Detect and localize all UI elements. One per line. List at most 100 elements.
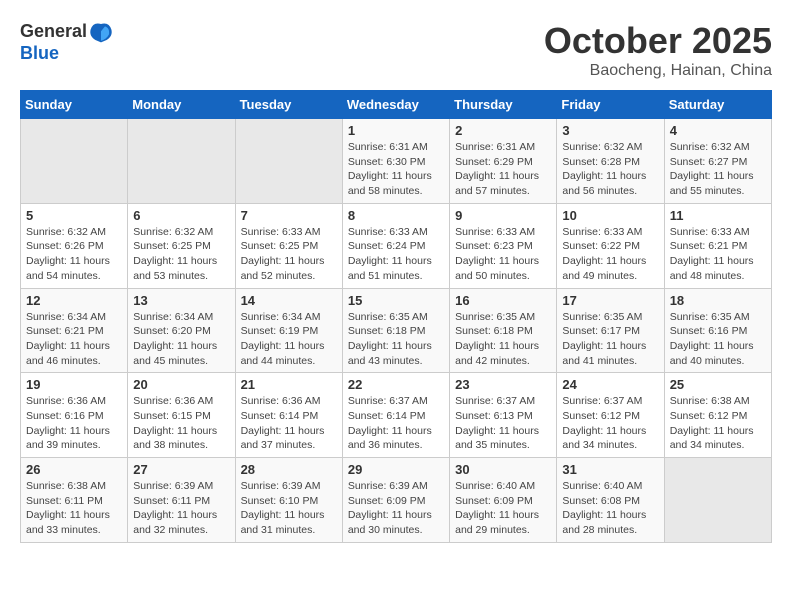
calendar-cell: 26Sunrise: 6:38 AMSunset: 6:11 PMDayligh… [21, 458, 128, 543]
day-number: 8 [348, 208, 444, 223]
day-number: 26 [26, 462, 122, 477]
day-info: Sunrise: 6:32 AMSunset: 6:27 PMDaylight:… [670, 140, 766, 199]
calendar-cell: 17 Sunrise: 6:35 AMSunset: 6:17 PMDayligh… [557, 288, 664, 373]
day-info: Sunrise: 6:33 AMSunset: 6:22 PMDaylight:… [562, 225, 658, 284]
calendar-cell: 5 Sunrise: 6:32 AMSunset: 6:26 PMDaylight… [21, 203, 128, 288]
calendar-table: SundayMondayTuesdayWednesdayThursdayFrid… [20, 90, 772, 543]
calendar-cell: 12 Sunrise: 6:34 AMSunset: 6:21 PMDayligh… [21, 288, 128, 373]
calendar-week-row: 19 Sunrise: 6:36 AMSunset: 6:16 PMDayligh… [21, 373, 772, 458]
day-number: 12 [26, 293, 122, 308]
day-info: Sunrise: 6:40 AMSunset: 6:08 PMDaylight:… [562, 479, 658, 538]
day-info: Sunrise: 6:40 AMSunset: 6:09 PMDaylight:… [455, 479, 551, 538]
logo: General Blue [20, 20, 113, 64]
calendar-cell: 13 Sunrise: 6:34 AMSunset: 6:20 PMDayligh… [128, 288, 235, 373]
day-number: 5 [26, 208, 122, 223]
day-info: Sunrise: 6:34 AMSunset: 6:20 PMDaylight:… [133, 310, 229, 369]
day-number: 20 [133, 377, 229, 392]
calendar-cell: 25Sunrise: 6:38 AMSunset: 6:12 PMDayligh… [664, 373, 771, 458]
calendar-cell: 15Sunrise: 6:35 AMSunset: 6:18 PMDayligh… [342, 288, 449, 373]
day-info: Sunrise: 6:32 AMSunset: 6:25 PMDaylight:… [133, 225, 229, 284]
day-info: Sunrise: 6:34 AMSunset: 6:21 PMDaylight:… [26, 310, 122, 369]
day-info: Sunrise: 6:35 AMSunset: 6:17 PMDaylight:… [562, 310, 658, 369]
calendar-cell: 31 Sunrise: 6:40 AMSunset: 6:08 PMDayligh… [557, 458, 664, 543]
weekday-header: Tuesday [235, 91, 342, 119]
day-number: 7 [241, 208, 337, 223]
calendar-cell: 3 Sunrise: 6:32 AMSunset: 6:28 PMDaylight… [557, 119, 664, 204]
day-info: Sunrise: 6:33 AMSunset: 6:24 PMDaylight:… [348, 225, 444, 284]
page-header: General Blue October 2025 Baocheng, Hain… [20, 20, 772, 80]
day-info: Sunrise: 6:31 AMSunset: 6:29 PMDaylight:… [455, 140, 551, 199]
day-info: Sunrise: 6:33 AMSunset: 6:23 PMDaylight:… [455, 225, 551, 284]
calendar-cell: 18 Sunrise: 6:35 AMSunset: 6:16 PMDayligh… [664, 288, 771, 373]
calendar-cell: 30 Sunrise: 6:40 AMSunset: 6:09 PMDayligh… [450, 458, 557, 543]
day-info: Sunrise: 6:37 AMSunset: 6:12 PMDaylight:… [562, 394, 658, 453]
day-info: Sunrise: 6:31 AMSunset: 6:30 PMDaylight:… [348, 140, 444, 199]
day-number: 14 [241, 293, 337, 308]
day-info: Sunrise: 6:39 AMSunset: 6:09 PMDaylight:… [348, 479, 444, 538]
day-number: 9 [455, 208, 551, 223]
day-number: 16 [455, 293, 551, 308]
logo-icon [89, 20, 113, 44]
day-number: 1 [348, 123, 444, 138]
title-block: October 2025 Baocheng, Hainan, China [544, 20, 772, 80]
calendar-cell: 19 Sunrise: 6:36 AMSunset: 6:16 PMDayligh… [21, 373, 128, 458]
day-number: 2 [455, 123, 551, 138]
day-number: 13 [133, 293, 229, 308]
calendar-cell: 20Sunrise: 6:36 AMSunset: 6:15 PMDayligh… [128, 373, 235, 458]
calendar-cell: 21Sunrise: 6:36 AMSunset: 6:14 PMDayligh… [235, 373, 342, 458]
calendar-cell [235, 119, 342, 204]
calendar-cell: 27 Sunrise: 6:39 AMSunset: 6:11 PMDayligh… [128, 458, 235, 543]
day-number: 23 [455, 377, 551, 392]
calendar-cell: 16Sunrise: 6:35 AMSunset: 6:18 PMDayligh… [450, 288, 557, 373]
calendar-cell [128, 119, 235, 204]
location: Baocheng, Hainan, China [544, 62, 772, 80]
calendar-cell: 29 Sunrise: 6:39 AMSunset: 6:09 PMDayligh… [342, 458, 449, 543]
day-number: 31 [562, 462, 658, 477]
calendar-cell: 4 Sunrise: 6:32 AMSunset: 6:27 PMDaylight… [664, 119, 771, 204]
day-info: Sunrise: 6:32 AMSunset: 6:26 PMDaylight:… [26, 225, 122, 284]
calendar-cell: 2 Sunrise: 6:31 AMSunset: 6:29 PMDaylight… [450, 119, 557, 204]
calendar-cell: 28 Sunrise: 6:39 AMSunset: 6:10 PMDayligh… [235, 458, 342, 543]
calendar-cell: 1 Sunrise: 6:31 AMSunset: 6:30 PMDaylight… [342, 119, 449, 204]
day-number: 28 [241, 462, 337, 477]
day-info: Sunrise: 6:32 AMSunset: 6:28 PMDaylight:… [562, 140, 658, 199]
calendar-week-row: 12 Sunrise: 6:34 AMSunset: 6:21 PMDayligh… [21, 288, 772, 373]
calendar-cell: 10 Sunrise: 6:33 AMSunset: 6:22 PMDayligh… [557, 203, 664, 288]
day-number: 6 [133, 208, 229, 223]
day-info: Sunrise: 6:36 AMSunset: 6:16 PMDaylight:… [26, 394, 122, 453]
day-number: 29 [348, 462, 444, 477]
day-number: 3 [562, 123, 658, 138]
calendar-cell: 7 Sunrise: 6:33 AMSunset: 6:25 PMDaylight… [235, 203, 342, 288]
day-number: 4 [670, 123, 766, 138]
day-info: Sunrise: 6:35 AMSunset: 6:18 PMDaylight:… [348, 310, 444, 369]
day-info: Sunrise: 6:33 AMSunset: 6:21 PMDaylight:… [670, 225, 766, 284]
day-info: Sunrise: 6:34 AMSunset: 6:19 PMDaylight:… [241, 310, 337, 369]
calendar-week-row: 26Sunrise: 6:38 AMSunset: 6:11 PMDayligh… [21, 458, 772, 543]
weekday-header-row: SundayMondayTuesdayWednesdayThursdayFrid… [21, 91, 772, 119]
day-number: 10 [562, 208, 658, 223]
calendar-body: 1 Sunrise: 6:31 AMSunset: 6:30 PMDaylight… [21, 119, 772, 543]
day-info: Sunrise: 6:35 AMSunset: 6:16 PMDaylight:… [670, 310, 766, 369]
day-info: Sunrise: 6:39 AMSunset: 6:10 PMDaylight:… [241, 479, 337, 538]
calendar-cell [21, 119, 128, 204]
day-number: 19 [26, 377, 122, 392]
calendar-cell: 24 Sunrise: 6:37 AMSunset: 6:12 PMDayligh… [557, 373, 664, 458]
calendar-cell: 9 Sunrise: 6:33 AMSunset: 6:23 PMDaylight… [450, 203, 557, 288]
day-info: Sunrise: 6:33 AMSunset: 6:25 PMDaylight:… [241, 225, 337, 284]
calendar-cell: 14 Sunrise: 6:34 AMSunset: 6:19 PMDayligh… [235, 288, 342, 373]
day-number: 24 [562, 377, 658, 392]
day-info: Sunrise: 6:37 AMSunset: 6:14 PMDaylight:… [348, 394, 444, 453]
calendar-week-row: 1 Sunrise: 6:31 AMSunset: 6:30 PMDaylight… [21, 119, 772, 204]
month-title: October 2025 [544, 20, 772, 62]
day-number: 17 [562, 293, 658, 308]
weekday-header: Wednesday [342, 91, 449, 119]
weekday-header: Saturday [664, 91, 771, 119]
day-info: Sunrise: 6:37 AMSunset: 6:13 PMDaylight:… [455, 394, 551, 453]
day-info: Sunrise: 6:39 AMSunset: 6:11 PMDaylight:… [133, 479, 229, 538]
day-number: 30 [455, 462, 551, 477]
day-number: 18 [670, 293, 766, 308]
calendar-cell: 8 Sunrise: 6:33 AMSunset: 6:24 PMDaylight… [342, 203, 449, 288]
day-number: 27 [133, 462, 229, 477]
day-number: 22 [348, 377, 444, 392]
calendar-cell [664, 458, 771, 543]
